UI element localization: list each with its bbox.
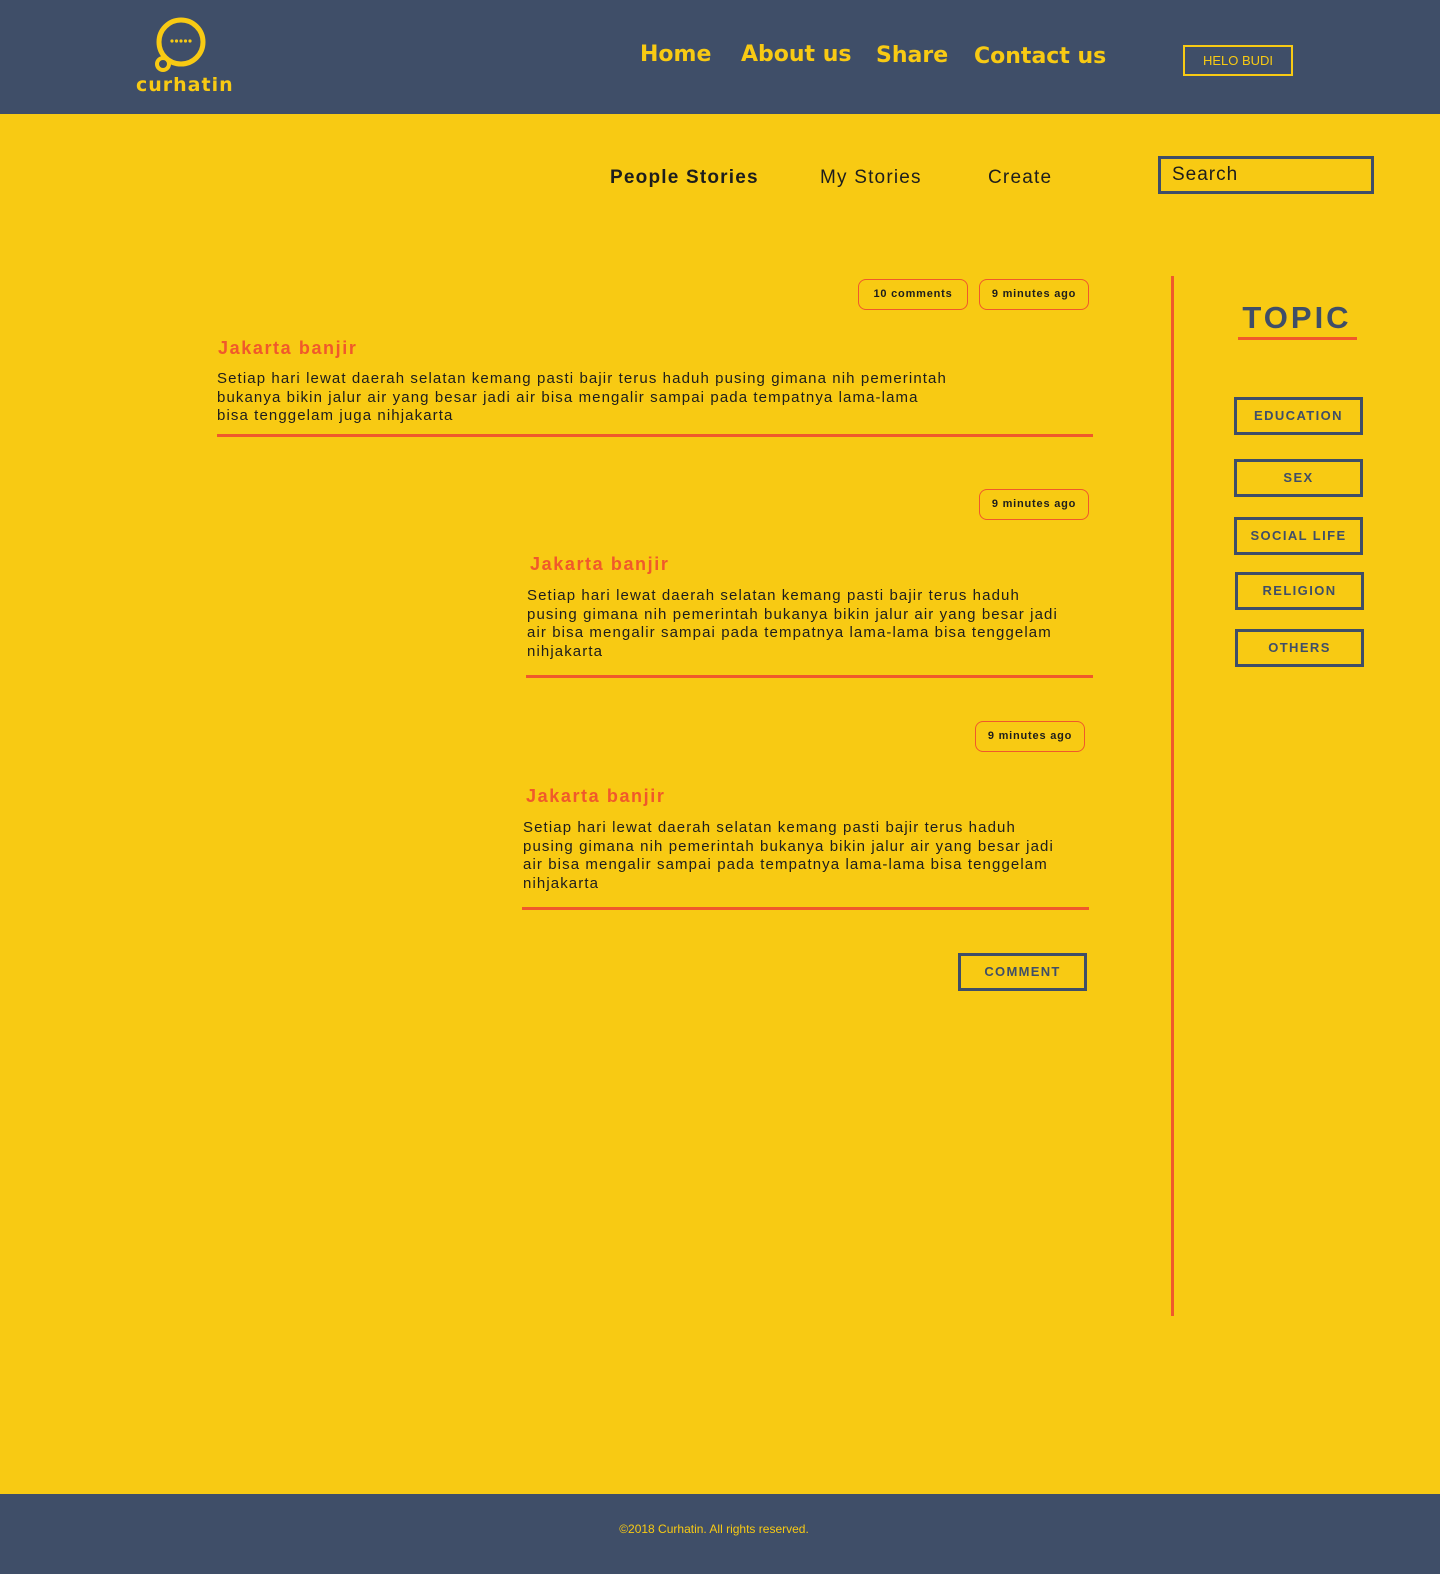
tab-create[interactable]: Create [988,167,1052,189]
topic-religion-button[interactable]: RELIGION [1235,572,1364,610]
topic-underline [1238,337,1357,340]
search-input[interactable] [1158,156,1374,194]
nav-home[interactable]: Home [640,42,711,82]
sidebar-divider [1171,276,1174,1316]
speech-bubble-icon [155,17,206,72]
topic-sex-button[interactable]: SEX [1234,459,1363,497]
topic-education-button[interactable]: EDUCATION [1234,397,1363,435]
topic-others-button[interactable]: OTHERS [1235,629,1364,667]
comment-button[interactable]: COMMENT [958,953,1087,991]
tab-my-stories[interactable]: My Stories [820,167,922,189]
story-body-line: Setiap hari lewat daerah selatan kemang … [527,587,1020,604]
story-body-line: nihjakarta [527,642,604,660]
topic-heading: TOPIC [1242,300,1352,335]
story-body-line: pusing gimana nih pemerintah bukanya bik… [523,837,1054,855]
user-greeting-button[interactable]: HELO BUDI [1183,45,1293,76]
story-body-line: air bisa mengalir sampai pada tempatnya … [527,624,1052,641]
comments-count-badge[interactable]: 10 comments [858,279,968,310]
tab-people-stories[interactable]: People Stories [610,167,759,189]
story-body-line: nihjakarta [523,874,600,892]
story-body: Setiap hari lewat daerah selatan kemang … [527,587,1087,661]
story-body: Setiap hari lewat daerah selatan kemang … [523,819,1083,893]
nav-about-us[interactable]: About us [741,42,851,82]
nav-contact-us[interactable]: Contact us [974,44,1106,84]
story-body-line: bukanya bikin jalur air yang besar jadi … [217,388,919,406]
topic-social-life-button[interactable]: SOCIAL LIFE [1234,517,1363,555]
timestamp-badge: 9 minutes ago [979,279,1089,310]
story-divider [217,434,1093,437]
story-title[interactable]: Jakarta banjir [526,786,665,807]
brand-name: curhatin [136,74,234,96]
story-title[interactable]: Jakarta banjir [218,338,357,359]
story-divider [522,907,1089,910]
story-body-line: bisa tenggelam juga nihjakarta [217,407,454,424]
story-body-line: air bisa mengalir sampai pada tempatnya … [523,856,1048,873]
timestamp-badge: 9 minutes ago [979,489,1089,520]
story-body-line: pusing gimana nih pemerintah bukanya bik… [527,605,1058,623]
site-footer: ©2018 Curhatin. All rights reserved. [0,1494,1440,1574]
story-body: Setiap hari lewat daerah selatan kemang … [217,370,1077,426]
timestamp-badge: 9 minutes ago [975,721,1085,752]
site-header: curhatin Home About us Share Contact us … [0,0,1440,114]
logo[interactable]: curhatin [136,16,234,100]
story-body-line: Setiap hari lewat daerah selatan kemang … [217,370,947,387]
story-body-line: Setiap hari lewat daerah selatan kemang … [523,819,1016,836]
nav-share[interactable]: Share [876,43,948,83]
story-title[interactable]: Jakarta banjir [530,554,669,575]
story-divider [526,675,1093,678]
copyright-text: ©2018 Curhatin. All rights reserved. [619,1522,809,1536]
